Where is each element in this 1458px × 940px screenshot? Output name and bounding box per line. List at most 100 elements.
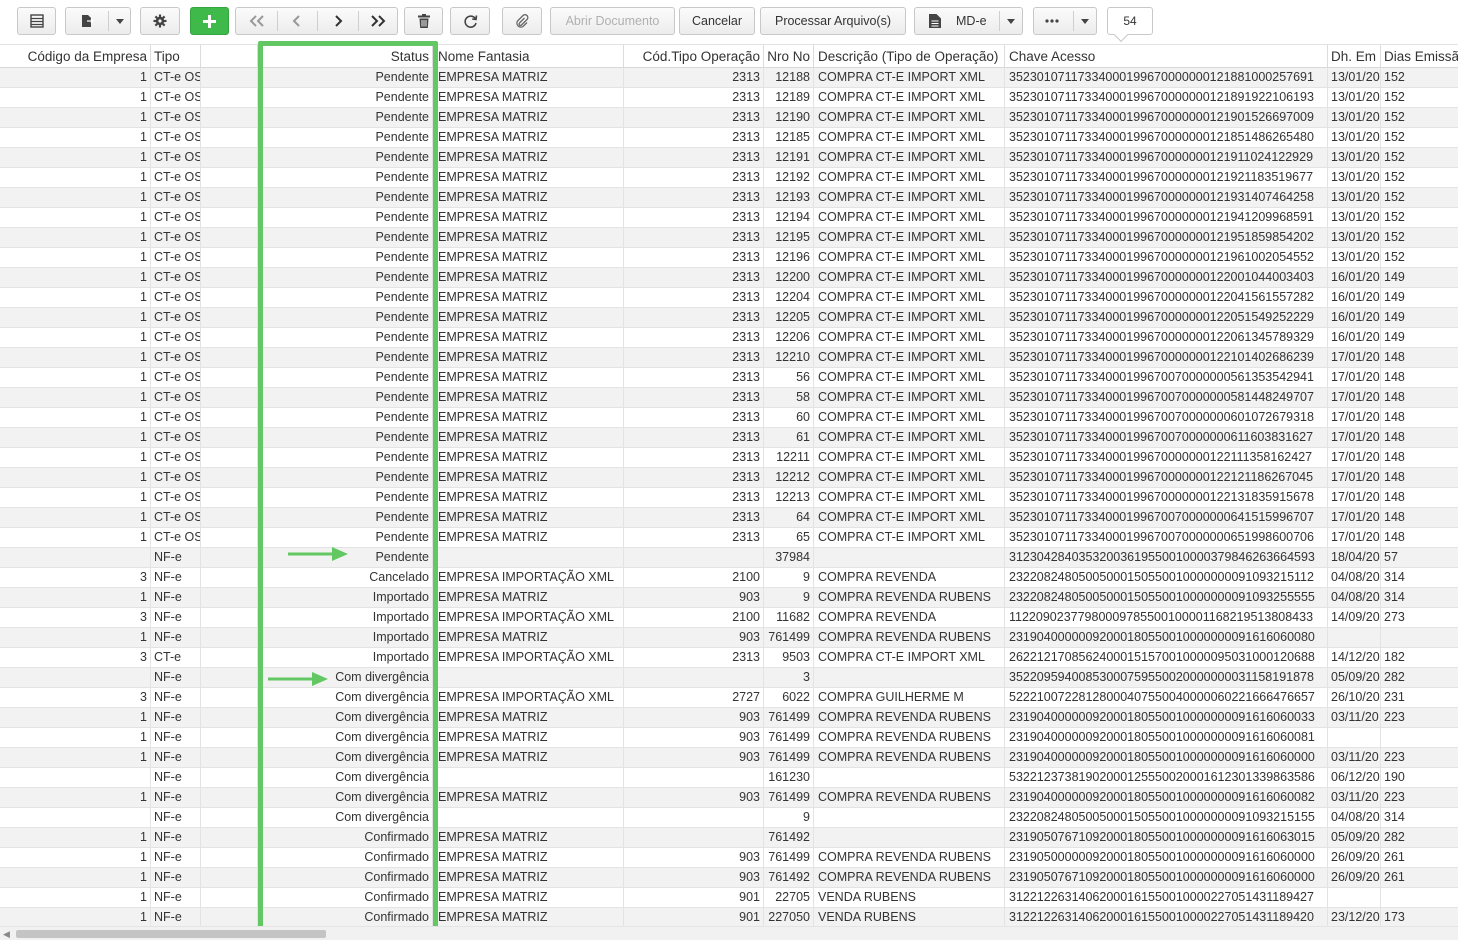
cell-codigo-empresa: 1	[0, 408, 151, 428]
table-row[interactable]: 1 NF-e Com divergência EMPRESA MATRIZ 903 761…	[0, 748, 1458, 768]
table-row[interactable]: 1 CT-e OS Pendente EMPRESA MATRIZ 2313 12193 C…	[0, 188, 1458, 208]
cell-dias-emissao: 223	[1384, 710, 1405, 724]
cell-nro-nota: 12193	[764, 188, 814, 208]
table-row[interactable]: 3 CT-e Importado EMPRESA IMPORTAÇÃO XML 2313…	[0, 648, 1458, 668]
table-row[interactable]: 1 CT-e OS Pendente EMPRESA MATRIZ 2313 12206 C…	[0, 328, 1458, 348]
cell-nome-fantasia: EMPRESA MATRIZ	[433, 408, 624, 428]
table-row[interactable]: 1 CT-e OS Pendente EMPRESA MATRIZ 2313 61 COMP…	[0, 428, 1458, 448]
open-document-button[interactable]: Abrir Documento	[550, 7, 675, 35]
cell-status: Confirmado	[258, 868, 433, 888]
cell-nro-nota: 761499	[764, 628, 814, 648]
cell-status: Com divergência	[258, 768, 433, 788]
table-row[interactable]: 1 NF-e Com divergência EMPRESA MATRIZ 903 761…	[0, 728, 1458, 748]
table-row[interactable]: 1 CT-e OS Pendente EMPRESA MATRIZ 2313 12189 C…	[0, 88, 1458, 108]
table-row[interactable]: 1 NF-e Confirmado EMPRESA MATRIZ 903 761499 CO…	[0, 848, 1458, 868]
table-row[interactable]: 1 CT-e OS Pendente EMPRESA MATRIZ 2313 12192 C…	[0, 168, 1458, 188]
table-row[interactable]: 1 CT-e OS Pendente EMPRESA MATRIZ 2313 12212 C…	[0, 468, 1458, 488]
table-row[interactable]: 1 CT-e OS Pendente EMPRESA MATRIZ 2313 12205 C…	[0, 308, 1458, 328]
table-row[interactable]: 1 CT-e OS Pendente EMPRESA MATRIZ 2313 12213 C…	[0, 488, 1458, 508]
header-nome-fantasia[interactable]: Nome Fantasia	[433, 45, 624, 69]
table-row[interactable]: 1 CT-e OS Pendente EMPRESA MATRIZ 2313 12196 C…	[0, 248, 1458, 268]
cell-descricao: COMPRA CT-E IMPORT XML	[814, 128, 1005, 148]
grid-view-button[interactable]	[17, 7, 56, 35]
table-row[interactable]: 1 NF-e Com divergência EMPRESA MATRIZ 903 761…	[0, 708, 1458, 728]
table-row[interactable]: 3 NF-e Importado EMPRESA IMPORTAÇÃO XML 2100…	[0, 608, 1458, 628]
table-row[interactable]: 1 NF-e Importado EMPRESA MATRIZ 903 9 COMPRA R…	[0, 588, 1458, 608]
header-cod-tipo-operacao[interactable]: Cód.Tipo Operação	[624, 45, 764, 69]
table-row[interactable]: 1 NF-e Com divergência EMPRESA MATRIZ 903 761…	[0, 788, 1458, 808]
cell-cod-tipo-operacao: 2313	[624, 188, 764, 208]
table-row[interactable]: 3 NF-e Com divergência EMPRESA IMPORTAÇÃO X…	[0, 688, 1458, 708]
settings-button[interactable]	[140, 7, 180, 35]
next-record-button[interactable]	[317, 8, 358, 34]
table-row[interactable]: 1 CT-e OS Pendente EMPRESA MATRIZ 2313 64 COMP…	[0, 508, 1458, 528]
previous-record-button[interactable]	[277, 8, 317, 34]
cell-tipo: NF-e	[151, 888, 201, 908]
header-chave-acesso[interactable]: Chave Acesso	[1005, 45, 1328, 69]
table-row[interactable]: NF-e Com divergência 3 35220959400853000759…	[0, 668, 1458, 688]
table-row[interactable]: 1 CT-e OS Pendente EMPRESA MATRIZ 2313 12204 C…	[0, 288, 1458, 308]
delete-button[interactable]	[404, 7, 443, 35]
first-record-button[interactable]	[236, 8, 277, 34]
export-dropdown-button[interactable]	[65, 7, 131, 35]
table-row[interactable]: NF-e Com divergência 9 23220824805005000150…	[0, 808, 1458, 828]
table-row[interactable]: 1 CT-e OS Pendente EMPRESA MATRIZ 2313 12185 C…	[0, 128, 1458, 148]
table-row[interactable]: 1 CT-e OS Pendente EMPRESA MATRIZ 2313 12211 C…	[0, 448, 1458, 468]
header-dias-emissao[interactable]: Dias Emissã	[1381, 45, 1458, 69]
table-row[interactable]: 1 CT-e OS Pendente EMPRESA MATRIZ 2313 12194 C…	[0, 208, 1458, 228]
table-row[interactable]: 1 CT-e OS Pendente EMPRESA MATRIZ 2313 65 COMP…	[0, 528, 1458, 548]
cell-blank	[201, 668, 258, 688]
more-options-button[interactable]	[1033, 7, 1097, 35]
refresh-button[interactable]	[450, 7, 490, 35]
cell-descricao: COMPRA CT-E IMPORT XML	[814, 168, 1005, 188]
scroll-left-icon[interactable]: ◀	[3, 929, 10, 940]
page-number[interactable]: 54	[1107, 7, 1153, 35]
mde-dropdown-button[interactable]: MD-e	[914, 7, 1023, 35]
horizontal-scrollbar[interactable]: ◀	[0, 926, 1458, 940]
cell-blank	[201, 708, 258, 728]
header-blank	[201, 45, 258, 69]
cell-dh-emissao: 04/08/20	[1328, 568, 1381, 588]
cancel-button[interactable]: Cancelar	[679, 7, 755, 35]
header-dh-emissao[interactable]: Dh. Em	[1328, 45, 1381, 69]
table-row[interactable]: 3 NF-e Cancelado EMPRESA IMPORTAÇÃO XML 2100…	[0, 568, 1458, 588]
table-row[interactable]: 1 CT-e OS Pendente EMPRESA MATRIZ 2313 12200 C…	[0, 268, 1458, 288]
header-nro-nota[interactable]: Nro No	[764, 45, 814, 69]
table-row[interactable]: 1 CT-e OS Pendente EMPRESA MATRIZ 2313 56 COMP…	[0, 368, 1458, 388]
scrollbar-thumb[interactable]	[16, 930, 326, 938]
header-descricao[interactable]: Descrição (Tipo de Operação)	[814, 45, 1005, 69]
cell-nro-nota: 12213	[764, 488, 814, 508]
cell-codigo-empresa: 1	[0, 828, 151, 848]
table-row[interactable]: NF-e Pendente 37984 31230428403532003619550…	[0, 548, 1458, 568]
cell-tipo: NF-e	[151, 808, 201, 828]
table-row[interactable]: 1 CT-e OS Pendente EMPRESA MATRIZ 2313 12191 C…	[0, 148, 1458, 168]
table-row[interactable]: 1 CT-e OS Pendente EMPRESA MATRIZ 2313 60 COMP…	[0, 408, 1458, 428]
cell-dias-emissao: 152	[1384, 130, 1405, 144]
header-codigo-empresa[interactable]: Código da Empresa	[0, 45, 151, 69]
table-row[interactable]: 1 CT-e OS Pendente EMPRESA MATRIZ 2313 12190 C…	[0, 108, 1458, 128]
process-files-button[interactable]: Processar Arquivo(s)	[760, 7, 906, 35]
cell-status: Importado	[258, 588, 433, 608]
last-record-button[interactable]	[358, 8, 398, 34]
table-row[interactable]: 1 CT-e OS Pendente EMPRESA MATRIZ 2313 12188 C…	[0, 68, 1458, 88]
table-row[interactable]: NF-e Com divergência 161230 532212373819020…	[0, 768, 1458, 788]
table-row[interactable]: 1 NF-e Confirmado EMPRESA MATRIZ 761492 23190…	[0, 828, 1458, 848]
header-tipo[interactable]: Tipo	[151, 45, 201, 69]
table-row[interactable]: 1 NF-e Confirmado EMPRESA MATRIZ 903 761492 CO…	[0, 868, 1458, 888]
cell-descricao: COMPRA REVENDA RUBENS	[814, 788, 1005, 808]
file-export-icon	[82, 15, 94, 27]
cell-nro-nota: 65	[764, 528, 814, 548]
add-button[interactable]	[190, 7, 229, 35]
cell-nome-fantasia: EMPRESA MATRIZ	[433, 848, 624, 868]
cell-dias-emissao	[1381, 628, 1458, 648]
header-status[interactable]: Status	[258, 45, 433, 69]
cell-tipo: CT-e OS	[151, 268, 201, 288]
attachment-button[interactable]	[502, 7, 542, 35]
table-row[interactable]: 1 NF-e Importado EMPRESA MATRIZ 903 761499 COM…	[0, 628, 1458, 648]
table-row[interactable]: 1 CT-e OS Pendente EMPRESA MATRIZ 2313 58 COMP…	[0, 388, 1458, 408]
table-row[interactable]: 1 CT-e OS Pendente EMPRESA MATRIZ 2313 12210 C…	[0, 348, 1458, 368]
table-row[interactable]: 1 NF-e Confirmado EMPRESA MATRIZ 901 227050 VE…	[0, 908, 1458, 926]
cell-codigo-empresa: 1	[0, 68, 151, 88]
table-row[interactable]: 1 NF-e Confirmado EMPRESA MATRIZ 901 22705 VEN…	[0, 888, 1458, 908]
table-row[interactable]: 1 CT-e OS Pendente EMPRESA MATRIZ 2313 12195 C…	[0, 228, 1458, 248]
